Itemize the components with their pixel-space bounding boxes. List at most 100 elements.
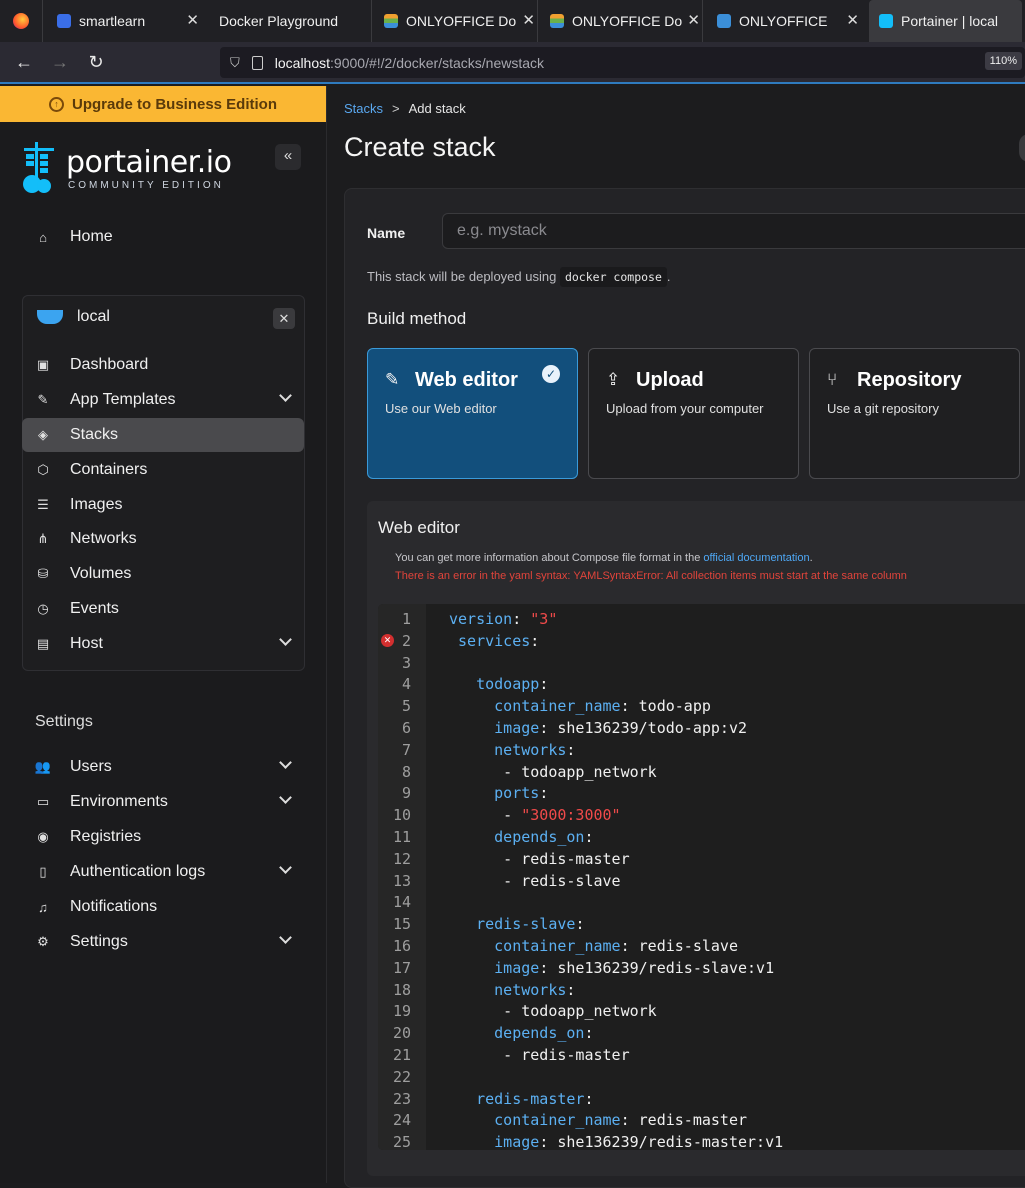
portainer-logo[interactable]: portainer.io COMMUNITY EDITION — [20, 142, 232, 194]
build-method-title: Build method — [367, 309, 467, 328]
collapse-sidebar-button[interactable]: « — [275, 144, 301, 170]
url-bar[interactable]: ⛉ localhost:9000/#!/2/docker/stacks/news… — [220, 47, 1025, 78]
official-documentation-link[interactable]: official documentation — [703, 552, 809, 564]
code-line[interactable]: image: she136239/redis-slave:v1 — [449, 957, 774, 979]
line-number: 12 — [392, 849, 411, 868]
forward-icon[interactable]: → — [42, 52, 78, 73]
code-line[interactable]: ports: — [449, 782, 548, 804]
code-line[interactable]: - todoapp_network — [449, 761, 657, 783]
chevron-down-icon[interactable] — [279, 861, 292, 874]
code-line[interactable]: redis-slave: — [449, 913, 584, 935]
browser-tab-bar: smartlearn ✕ Docker Playground ONLYOFFIC… — [0, 0, 1025, 42]
code-line[interactable]: redis-master: — [449, 1088, 593, 1110]
code-line[interactable]: todoapp: — [449, 673, 548, 695]
gear-icon: ⚙ — [37, 934, 49, 949]
reload-icon[interactable]: ↻ — [78, 52, 114, 73]
sidebar-item-authentication-logs[interactable]: ▯ Authentication logs — [22, 855, 304, 889]
environment-name: local — [77, 308, 110, 325]
sidebar-item-home[interactable]: ⌂ Home — [22, 220, 304, 254]
line-number: 1 — [401, 610, 411, 628]
close-tab-icon[interactable]: ✕ — [186, 11, 199, 29]
chevron-down-icon[interactable] — [279, 791, 292, 804]
sidebar-item-users[interactable]: 👥 Users — [22, 750, 304, 784]
sidebar-item-volumes[interactable]: ⛁ Volumes — [22, 557, 304, 591]
sidebar-item-notifications[interactable]: ♫ Notifications — [22, 890, 304, 924]
code-line[interactable]: container_name: todo-app — [449, 695, 711, 717]
tab-onlyoffice-2[interactable]: ONLYOFFICE Doc ✕ — [537, 0, 702, 42]
code-line[interactable]: networks: — [449, 979, 575, 1001]
sidebar-item-registries[interactable]: ◉ Registries — [22, 820, 304, 854]
code-line[interactable]: - todoapp_network — [449, 1000, 657, 1022]
back-icon[interactable]: ← — [6, 52, 42, 73]
code-line[interactable]: version: "3" — [449, 608, 557, 630]
code-line[interactable]: container_name: redis-master — [449, 1109, 747, 1131]
page-title: Create stack — [344, 132, 496, 162]
sidebar-item-containers[interactable]: ⬡ Containers — [22, 453, 304, 487]
line-number: 18 — [392, 980, 411, 999]
code-line[interactable]: depends_on: — [449, 1022, 593, 1044]
sidebar-item-environments[interactable]: ▭ Environments — [22, 785, 304, 819]
sidebar-item-stacks[interactable]: ◈ Stacks — [22, 418, 304, 452]
build-method-upload[interactable]: ⇪ Upload Upload from your computer — [588, 348, 799, 479]
code-line[interactable]: - redis-master — [449, 1044, 629, 1066]
tab-firefox-menu[interactable] — [0, 0, 42, 42]
breadcrumb-stacks-link[interactable]: Stacks — [344, 101, 383, 116]
page-icon — [251, 55, 263, 70]
code-line[interactable]: - "3000:3000" — [449, 804, 620, 826]
zoom-level[interactable]: 110% — [984, 52, 1022, 70]
line-number: 16 — [392, 937, 411, 955]
sidebar-item-app-templates[interactable]: ✎ App Templates — [22, 383, 304, 417]
close-tab-icon[interactable]: ✕ — [846, 11, 859, 29]
line-number: 21 — [392, 1046, 411, 1064]
deploy-note: This stack will be deployed using docker… — [367, 267, 671, 287]
sidebar-item-events[interactable]: ◷ Events — [22, 592, 304, 626]
code-line[interactable]: container_name: redis-slave — [449, 935, 738, 957]
line-number: 4 — [401, 675, 411, 694]
dashboard-icon: ▣ — [36, 357, 50, 372]
yaml-error-message: There is an error in the yaml syntax: YA… — [395, 570, 907, 582]
stack-name-input[interactable] — [442, 213, 1025, 249]
close-tab-icon[interactable]: ✕ — [687, 11, 700, 29]
host-icon: ▤ — [36, 636, 50, 651]
code-line[interactable]: image: she136239/todo-app:v2 — [449, 717, 747, 739]
web-editor-title: Web editor — [378, 518, 460, 537]
sidebar-item-dashboard[interactable]: ▣ Dashboard — [22, 348, 304, 382]
file-icon: ▯ — [39, 864, 47, 879]
sidebar-item-networks[interactable]: ⋔ Networks — [22, 522, 304, 556]
close-tab-icon[interactable]: ✕ — [522, 11, 535, 29]
sidebar-item-images[interactable]: ☰ Images — [22, 488, 304, 522]
portainer-logo-icon — [23, 142, 54, 193]
sidebar-item-host[interactable]: ▤ Host — [22, 627, 304, 661]
code-line[interactable]: networks: — [449, 739, 575, 761]
build-method-web-editor[interactable]: ✎ Web editor Use our Web editor ✓ — [367, 348, 578, 479]
breadcrumb: Stacks > Add stack — [344, 101, 466, 116]
sidebar-item-settings[interactable]: ⚙ Settings — [22, 925, 304, 959]
user-menu-button[interactable] — [1019, 134, 1025, 162]
code-editor[interactable]: 1 2 ✕ 3 4 5 6 7 8 9 10 11 12 13 14 15 16 17 18 19 20 21 22 23 24… — [378, 604, 1025, 1150]
code-line[interactable]: depends_on: — [449, 826, 593, 848]
chevron-down-icon[interactable] — [279, 756, 292, 769]
code-line[interactable]: - redis-slave — [449, 870, 620, 892]
chevron-down-icon[interactable] — [279, 633, 292, 646]
shield-icon[interactable]: ⛉ — [230, 55, 240, 71]
firefox-icon — [13, 13, 29, 29]
tab-docker-playground[interactable]: Docker Playground — [207, 0, 371, 42]
tab-onlyoffice-3[interactable]: ONLYOFFICE ✕ — [702, 0, 867, 42]
code-line[interactable]: image: she136239/redis-master:v1 — [449, 1131, 783, 1150]
code-line[interactable]: - redis-master — [449, 848, 629, 870]
error-marker-icon[interactable]: ✕ — [381, 633, 394, 647]
radio-icon: ◉ — [37, 829, 49, 844]
portainer-icon — [879, 14, 893, 28]
tab-smartlearn[interactable]: smartlearn ✕ — [42, 0, 207, 42]
tab-portainer[interactable]: Portainer | local — [869, 0, 1022, 42]
close-environment-button[interactable]: ✕ — [273, 308, 295, 329]
chevron-down-icon[interactable] — [279, 931, 292, 944]
box-icon: ⬡ — [37, 462, 49, 477]
database-icon: ⛁ — [37, 566, 49, 581]
tab-onlyoffice-1[interactable]: ONLYOFFICE Doc ✕ — [371, 0, 537, 42]
code-line[interactable]: services: — [449, 630, 539, 652]
upgrade-button[interactable]: ↑ Upgrade to Business Edition — [0, 86, 326, 122]
chevron-down-icon[interactable] — [279, 389, 292, 402]
build-method-repository[interactable]: ⑂ Repository Use a git repository — [809, 348, 1020, 479]
arrow-up-circle-icon: ↑ — [48, 96, 64, 112]
